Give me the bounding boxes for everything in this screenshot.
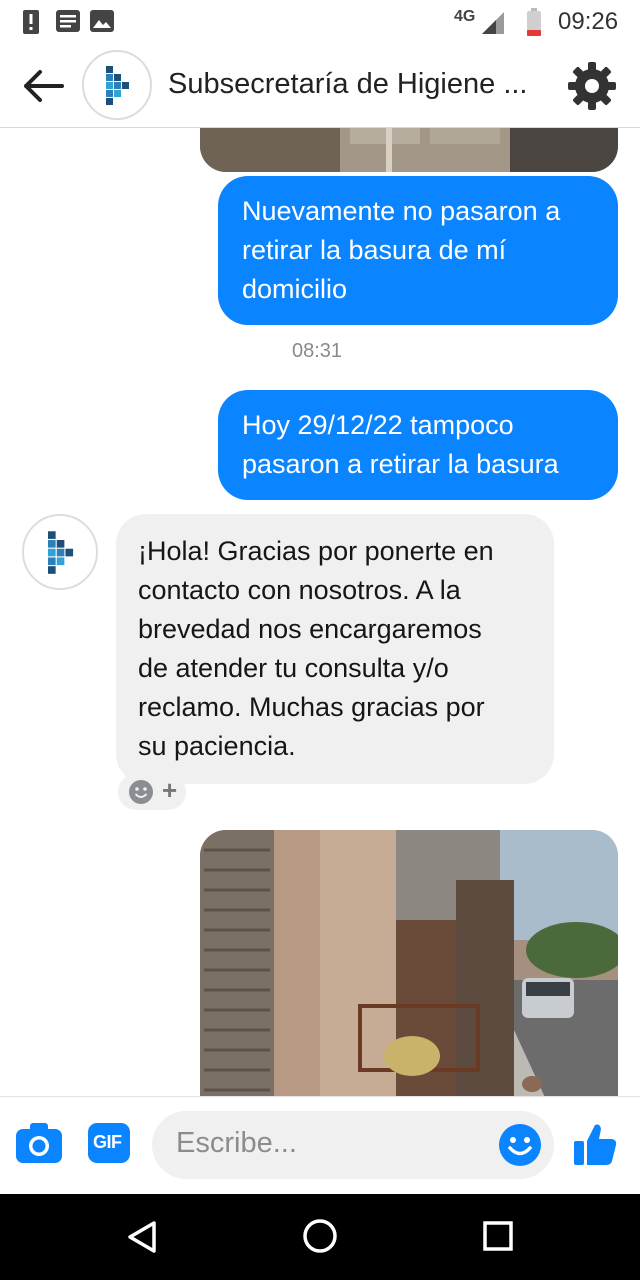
message-input[interactable]: Escribe... (152, 1111, 554, 1179)
incoming-message[interactable]: ¡Hola! Gracias por ponerte en contacto c… (116, 514, 554, 784)
composer-bar: GIF Escribe... (0, 1096, 640, 1194)
nav-recents-icon[interactable] (482, 1220, 514, 1252)
message-notification-icon (56, 10, 80, 32)
contact-avatar[interactable] (82, 50, 152, 120)
emoji-icon[interactable] (498, 1123, 542, 1167)
conversation-title[interactable]: Subsecretaría de Higiene ... (168, 68, 527, 101)
status-time: 09:26 (558, 8, 619, 35)
chevron-logo-icon (48, 531, 74, 574)
system-nav-bar (0, 1194, 640, 1280)
outgoing-message[interactable]: Hoy 29/12/22 tampoco pasaron a retirar l… (218, 390, 618, 500)
alert-icon (23, 10, 39, 34)
message-input-placeholder: Escribe... (176, 1127, 297, 1159)
image-notification-icon (90, 10, 114, 32)
sent-photo[interactable] (200, 830, 618, 1096)
emoji-icon (129, 780, 153, 804)
gif-button[interactable]: GIF (88, 1123, 130, 1163)
outgoing-message[interactable]: Nuevamente no pasaron a retirar la basur… (218, 176, 618, 325)
signal-icon (482, 12, 504, 34)
back-button[interactable] (22, 64, 68, 108)
contact-avatar-small[interactable] (22, 514, 98, 590)
status-bar: 4G 09:26 (0, 0, 640, 44)
message-list[interactable]: Nuevamente no pasaron a retirar la basur… (0, 128, 640, 1096)
nav-back-icon[interactable] (126, 1220, 158, 1254)
conversation-header: Subsecretaría de Higiene ... (0, 44, 640, 128)
sent-photo-previous[interactable] (200, 128, 618, 172)
camera-icon[interactable] (16, 1123, 62, 1163)
nav-home-icon[interactable] (302, 1218, 338, 1254)
thumbs-up-icon[interactable] (572, 1121, 618, 1167)
add-reaction-button[interactable]: + (118, 774, 186, 810)
network-type: 4G (454, 8, 476, 25)
battery-icon (527, 8, 541, 36)
chevron-logo-icon (106, 66, 129, 105)
plus-icon: + (162, 775, 178, 805)
message-timestamp: 08:31 (292, 340, 343, 362)
gear-icon[interactable] (566, 60, 618, 112)
gif-label: GIF (93, 1132, 122, 1152)
